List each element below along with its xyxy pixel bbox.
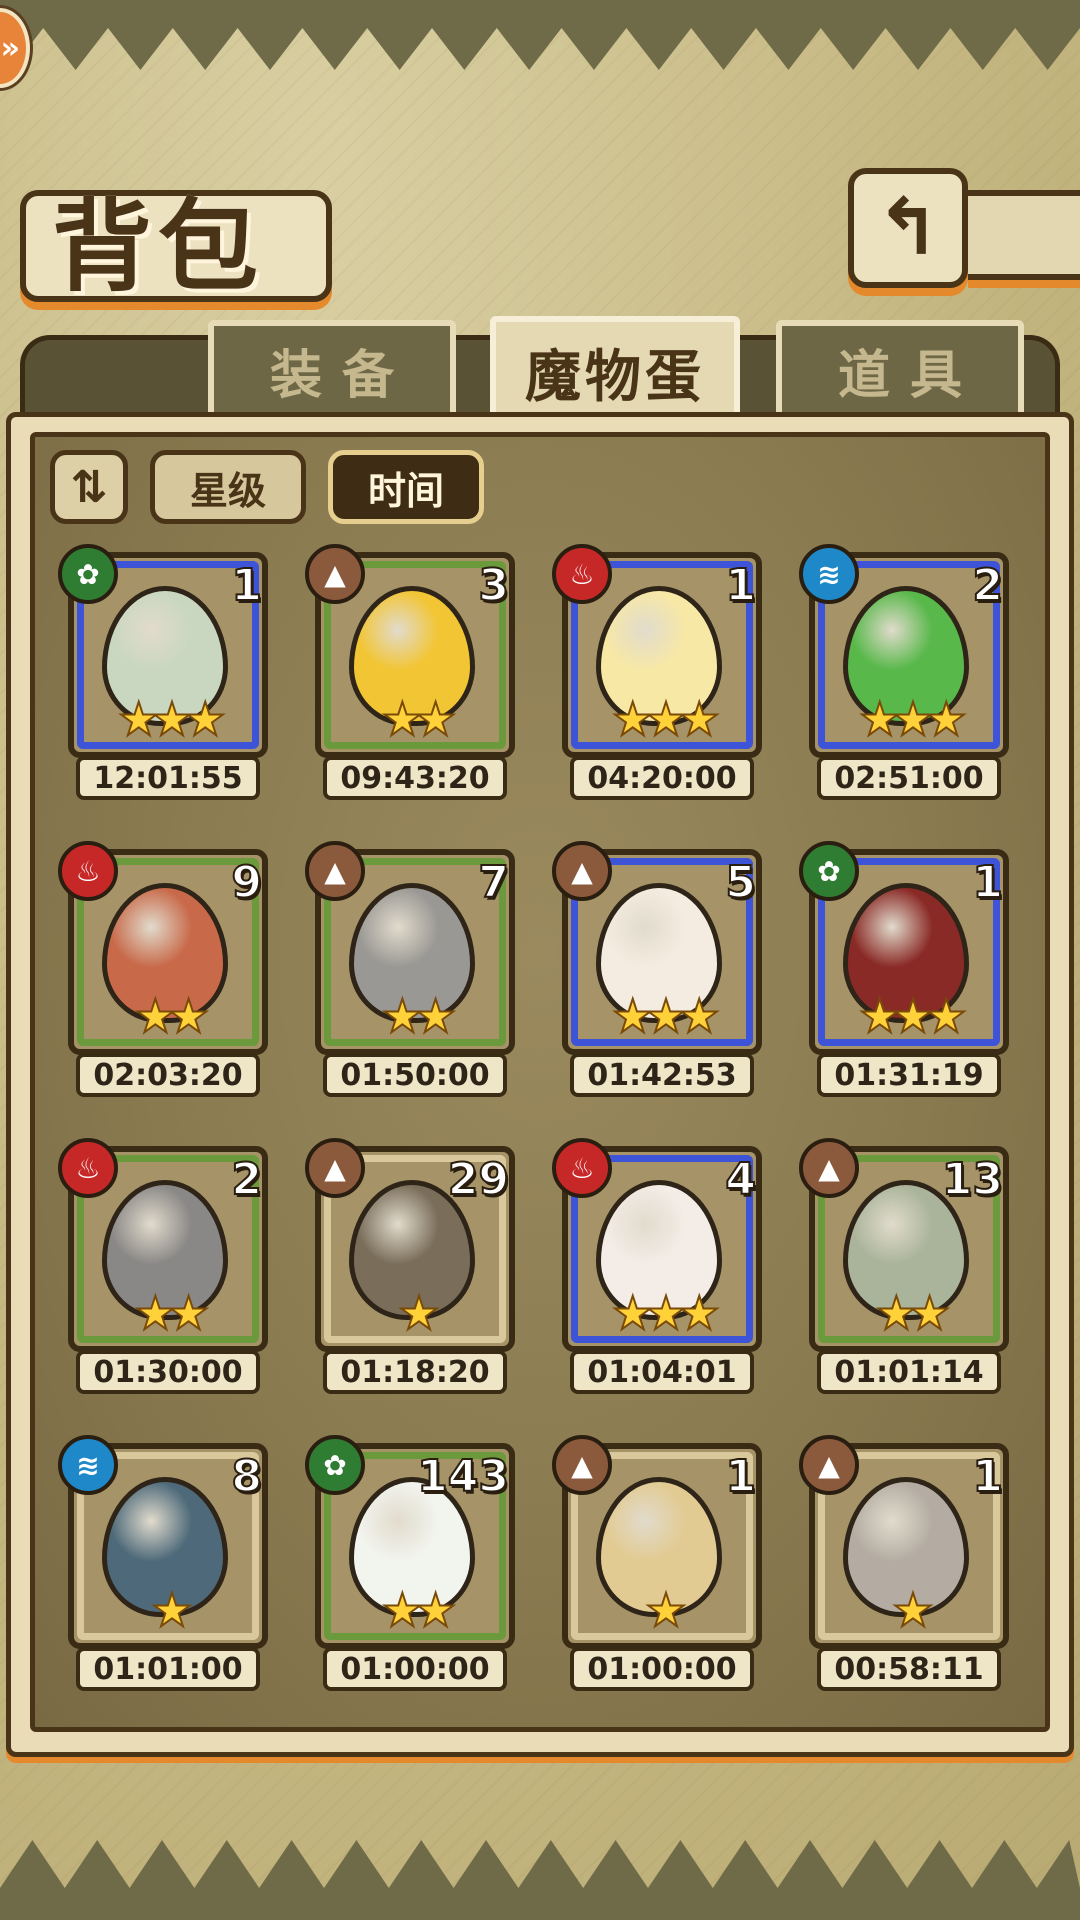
hatch-timer: 01:31:19 (817, 1053, 1001, 1097)
hatch-timer: 09:43:20 (323, 756, 507, 800)
earth-element-icon: ▲ (799, 1138, 859, 1198)
egg-card[interactable]: ▲ 29 ★ 01:18:20 (305, 1138, 515, 1394)
egg-count: 5 (724, 856, 757, 909)
earth-element-icon: ▲ (552, 1435, 612, 1495)
back-bar (968, 190, 1080, 280)
hatch-timer: 04:20:00 (570, 756, 754, 800)
fire-element-icon: ♨ (552, 1138, 612, 1198)
back-arrow-icon: ↰ (875, 183, 941, 273)
egg-count: 2 (230, 1153, 263, 1206)
egg-card[interactable]: ▲ 1 ★ 01:00:00 (552, 1435, 762, 1691)
star-rating: ★★★ (611, 1286, 721, 1340)
tab-items[interactable]: 道具 (776, 320, 1024, 420)
hatch-timer: 01:01:14 (817, 1350, 1001, 1394)
egg-count: 143 (416, 1450, 510, 1503)
egg-count: 1 (724, 559, 757, 612)
page-title: 背包 (52, 188, 264, 305)
egg-count: 4 (724, 1153, 757, 1206)
star-rating: ★★ (134, 989, 210, 1043)
hatch-timer: 01:01:00 (76, 1647, 260, 1691)
egg-card[interactable]: ▲ 13 ★★ 01:01:14 (799, 1138, 1009, 1394)
sort-order-button[interactable]: ⇅ (50, 450, 128, 524)
hatch-timer: 01:00:00 (570, 1647, 754, 1691)
egg-card[interactable]: ≋ 8 ★ 01:01:00 (58, 1435, 268, 1691)
egg-count: 2 (971, 559, 1004, 612)
hatch-timer: 00:58:11 (817, 1647, 1001, 1691)
egg-card[interactable]: ▲ 1 ★ 00:58:11 (799, 1435, 1009, 1691)
sort-order-icon: ⇅ (70, 461, 108, 513)
sort-by-star-button[interactable]: 星级 (150, 450, 306, 524)
earth-element-icon: ▲ (552, 841, 612, 901)
earth-element-icon: ▲ (305, 841, 365, 901)
star-rating: ★★★ (858, 989, 968, 1043)
star-rating: ★★★ (117, 692, 227, 746)
egg-card[interactable]: ♨ 9 ★★ 02:03:20 (58, 841, 268, 1097)
egg-card[interactable]: ♨ 1 ★★★ 04:20:00 (552, 544, 762, 800)
star-rating: ★★ (381, 692, 457, 746)
hatch-timer: 12:01:55 (76, 756, 260, 800)
hatch-timer: 02:51:00 (817, 756, 1001, 800)
star-rating: ★ (644, 1583, 687, 1637)
hatch-timer: 01:30:00 (76, 1350, 260, 1394)
hatch-timer: 01:04:01 (570, 1350, 754, 1394)
star-rating: ★ (397, 1286, 440, 1340)
tab-equipment[interactable]: 装备 (208, 320, 456, 420)
star-rating: ★★ (134, 1286, 210, 1340)
egg-card[interactable]: ♨ 4 ★★★ 01:04:01 (552, 1138, 762, 1394)
fire-element-icon: ♨ (552, 544, 612, 604)
star-rating: ★★ (381, 1583, 457, 1637)
egg-card[interactable]: ✿ 1 ★★★ 01:31:19 (799, 841, 1009, 1097)
earth-element-icon: ▲ (305, 544, 365, 604)
star-rating: ★★★ (611, 692, 721, 746)
wood-element-icon: ✿ (58, 544, 118, 604)
star-rating: ★★ (875, 1286, 951, 1340)
egg-count: 1 (971, 856, 1004, 909)
hatch-timer: 01:42:53 (570, 1053, 754, 1097)
egg-count: 3 (477, 559, 510, 612)
egg-card[interactable]: ▲ 3 ★★ 09:43:20 (305, 544, 515, 800)
egg-card[interactable]: ✿ 143 ★★ 01:00:00 (305, 1435, 515, 1691)
wood-element-icon: ✿ (799, 841, 859, 901)
egg-count: 8 (230, 1450, 263, 1503)
back-button[interactable]: ↰ (848, 168, 968, 288)
egg-count: 13 (941, 1153, 1004, 1206)
egg-card[interactable]: ▲ 7 ★★ 01:50:00 (305, 841, 515, 1097)
hatch-timer: 01:50:00 (323, 1053, 507, 1097)
star-rating: ★★ (381, 989, 457, 1043)
egg-count: 1 (724, 1450, 757, 1503)
star-rating: ★ (891, 1583, 934, 1637)
sort-by-time-button[interactable]: 时间 (328, 450, 484, 524)
hatch-timer: 02:03:20 (76, 1053, 260, 1097)
star-rating: ★★★ (611, 989, 721, 1043)
hatch-timer: 01:00:00 (323, 1647, 507, 1691)
star-rating: ★★★ (858, 692, 968, 746)
egg-count: 7 (477, 856, 510, 909)
egg-card[interactable]: ♨ 2 ★★ 01:30:00 (58, 1138, 268, 1394)
egg-count: 29 (447, 1153, 510, 1206)
fire-element-icon: ♨ (58, 1138, 118, 1198)
water-element-icon: ≋ (58, 1435, 118, 1495)
star-rating: ★ (150, 1583, 193, 1637)
egg-card[interactable]: ✿ 1 ★★★ 12:01:55 (58, 544, 268, 800)
egg-count: 9 (230, 856, 263, 909)
fire-element-icon: ♨ (58, 841, 118, 901)
egg-count: 1 (230, 559, 263, 612)
earth-element-icon: ▲ (799, 1435, 859, 1495)
hatch-timer: 01:18:20 (323, 1350, 507, 1394)
egg-count: 1 (971, 1450, 1004, 1503)
wood-element-icon: ✿ (305, 1435, 365, 1495)
egg-card[interactable]: ≋ 2 ★★★ 02:51:00 (799, 544, 1009, 800)
water-element-icon: ≋ (799, 544, 859, 604)
egg-card[interactable]: ▲ 5 ★★★ 01:42:53 (552, 841, 762, 1097)
earth-element-icon: ▲ (305, 1138, 365, 1198)
